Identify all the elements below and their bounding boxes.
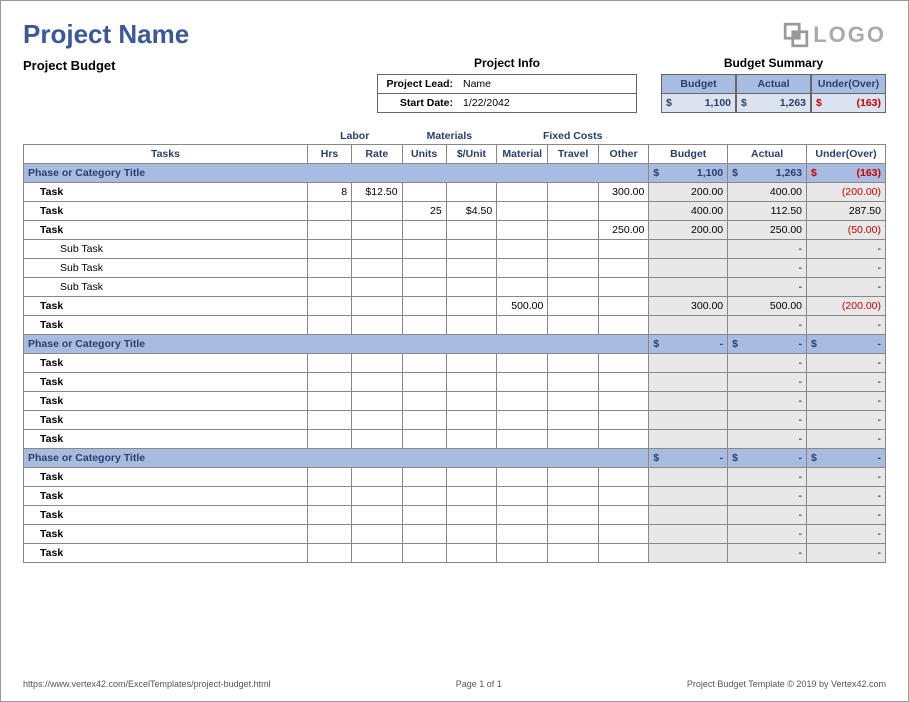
project-title: Project Name xyxy=(23,19,189,50)
info-start: Start Date: 1/22/2042 xyxy=(378,94,636,112)
phase-row: Phase or Category Title $1,100 $1,263 $(… xyxy=(24,163,886,182)
summary-budget-header: Budget xyxy=(662,75,735,94)
units-col-header: Units xyxy=(402,144,446,163)
group-header-row: Labor Materials Fixed Costs xyxy=(24,125,886,144)
summary-table: Budget $1,100 Actual $1,263 Under(Over) … xyxy=(661,74,886,113)
info-lead: Project Lead: Name xyxy=(378,75,636,94)
main-table: Labor Materials Fixed Costs Tasks Hrs Ra… xyxy=(23,125,886,563)
lead-value: Name xyxy=(458,75,636,93)
task-row: Task - - xyxy=(24,505,886,524)
task-row: Task - - xyxy=(24,353,886,372)
punit-col-header: $/Unit xyxy=(446,144,496,163)
info-title: Project Info xyxy=(365,56,649,70)
summary-under-header: Under(Over) xyxy=(812,75,885,94)
material-col-header: Material xyxy=(497,144,548,163)
start-label: Start Date: xyxy=(378,94,458,112)
fixed-header: Fixed Costs xyxy=(497,125,649,144)
task-row: Task 8$12.50 300.00 200.00 400.00 (200.0… xyxy=(24,182,886,201)
footer-url: https://www.vertex42.com/ExcelTemplates/… xyxy=(23,679,271,689)
lead-label: Project Lead: xyxy=(378,75,458,93)
summary-budget-value: $1,100 xyxy=(662,94,735,112)
subtask-row: Sub Task - - xyxy=(24,239,886,258)
budget-label: Project Budget xyxy=(23,56,353,73)
task-row: Task - - xyxy=(24,315,886,334)
task-row: Task 500.00 300.00 500.00 (200.00) xyxy=(24,296,886,315)
materials-header: Materials xyxy=(402,125,497,144)
actual-col-header: Actual xyxy=(728,144,807,163)
task-row: Task - - xyxy=(24,524,886,543)
column-header-row: Tasks Hrs Rate Units $/Unit Material Tra… xyxy=(24,144,886,163)
logo-text: LOGO xyxy=(813,22,886,48)
travel-col-header: Travel xyxy=(548,144,598,163)
top-row: Project Budget Project Info Project Lead… xyxy=(23,56,886,113)
footer-copy: Project Budget Template © 2019 by Vertex… xyxy=(687,679,886,689)
task-row: Task 25$4.50 400.00 112.50 287.50 xyxy=(24,201,886,220)
task-row: Task - - xyxy=(24,486,886,505)
rate-col-header: Rate xyxy=(352,144,402,163)
header: Project Name LOGO xyxy=(23,19,886,50)
phase-row: Phase or Category Title $- $- $- xyxy=(24,448,886,467)
labor-header: Labor xyxy=(307,125,402,144)
tasks-col-header: Tasks xyxy=(24,144,308,163)
subtask-row: Sub Task - - xyxy=(24,277,886,296)
task-row: Task - - xyxy=(24,429,886,448)
task-row: Task - - xyxy=(24,372,886,391)
task-row: Task - - xyxy=(24,410,886,429)
summary-actual-col: Actual $1,263 xyxy=(736,74,811,113)
logo: LOGO xyxy=(783,22,886,48)
task-row: Task - - xyxy=(24,467,886,486)
summary-actual-value: $1,263 xyxy=(737,94,810,112)
phase-row: Phase or Category Title $- $- $- xyxy=(24,334,886,353)
budget-summary: Budget Summary Budget $1,100 Actual $1,2… xyxy=(661,56,886,113)
other-col-header: Other xyxy=(598,144,648,163)
start-value: 1/22/2042 xyxy=(458,94,636,112)
logo-icon xyxy=(783,22,809,48)
project-info: Project Info Project Lead: Name Start Da… xyxy=(365,56,649,113)
hrs-col-header: Hrs xyxy=(307,144,351,163)
summary-actual-header: Actual xyxy=(737,75,810,94)
summary-title: Budget Summary xyxy=(661,56,886,70)
info-box: Project Lead: Name Start Date: 1/22/2042 xyxy=(377,74,637,113)
task-row: Task - - xyxy=(24,391,886,410)
page: Project Name LOGO Project Budget Project… xyxy=(0,0,909,702)
under-col-header: Under(Over) xyxy=(807,144,886,163)
subtask-row: Sub Task - - xyxy=(24,258,886,277)
footer: https://www.vertex42.com/ExcelTemplates/… xyxy=(23,671,886,689)
budget-col-header: Budget xyxy=(649,144,728,163)
table-body: Phase or Category Title $1,100 $1,263 $(… xyxy=(24,163,886,562)
summary-budget-col: Budget $1,100 xyxy=(661,74,736,113)
summary-under-value: $(163) xyxy=(812,94,885,112)
summary-under-col: Under(Over) $(163) xyxy=(811,74,886,113)
task-row: Task - - xyxy=(24,543,886,562)
footer-page: Page 1 of 1 xyxy=(456,679,502,689)
task-row: Task 250.00 200.00 250.00 (50.00) xyxy=(24,220,886,239)
